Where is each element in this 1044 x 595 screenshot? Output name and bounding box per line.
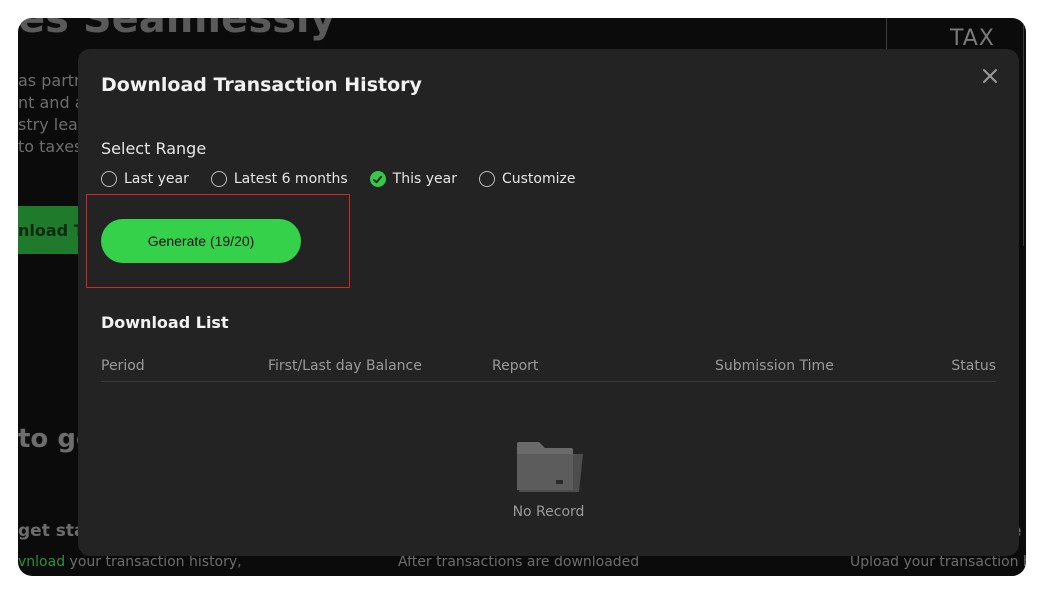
background-bottom-right-text: Upload your transaction hist bbox=[850, 554, 1026, 570]
background-bottom-middle-text: After transactions are downloaded bbox=[398, 554, 640, 570]
background-paragraph-line: to taxes bbox=[18, 137, 83, 156]
range-option-label: Customize bbox=[501, 171, 576, 187]
radio-unchecked-icon bbox=[101, 171, 117, 187]
range-option-last-year[interactable]: Last year bbox=[101, 171, 189, 187]
background-tax-label: TAX bbox=[950, 26, 995, 51]
background-divider bbox=[1023, 18, 1024, 246]
column-header-report: Report bbox=[492, 358, 539, 374]
background-hero-title: es Seamlessly bbox=[18, 18, 336, 42]
range-option-customize[interactable]: Customize bbox=[478, 171, 576, 187]
column-header-status: Status bbox=[951, 358, 996, 374]
download-transaction-history-modal: Download Transaction History Select Rang… bbox=[78, 49, 1019, 556]
radio-unchecked-icon bbox=[478, 171, 495, 187]
select-range-label: Select Range bbox=[101, 139, 207, 158]
background-bottom-left-text: vnload your transaction history, bbox=[18, 554, 242, 570]
background-accent-text: vnload bbox=[18, 554, 66, 570]
column-header-period: Period bbox=[101, 358, 145, 374]
range-option-latest-6-months[interactable]: Latest 6 months bbox=[210, 171, 348, 187]
table-header: Period First/Last day Balance Report Sub… bbox=[101, 355, 996, 382]
folder-icon bbox=[517, 442, 583, 492]
range-option-label: Latest 6 months bbox=[233, 171, 348, 187]
radio-unchecked-icon bbox=[210, 171, 227, 187]
empty-state-text: No Record bbox=[512, 504, 585, 520]
range-options: Last year Latest 6 months This year Cust… bbox=[101, 171, 597, 187]
column-header-submission-time: Submission Time bbox=[715, 358, 834, 374]
close-button[interactable] bbox=[979, 65, 1001, 87]
background-paragraph-line: as partn bbox=[18, 71, 85, 90]
download-list-title: Download List bbox=[101, 313, 229, 332]
generate-button[interactable]: Generate (19/20) bbox=[101, 219, 301, 263]
range-option-label: Last year bbox=[124, 171, 189, 187]
radio-checked-icon bbox=[369, 171, 386, 187]
column-header-balance: First/Last day Balance bbox=[268, 358, 422, 374]
modal-title: Download Transaction History bbox=[101, 74, 422, 96]
checkmark-icon bbox=[373, 175, 383, 183]
range-option-label: This year bbox=[392, 171, 457, 187]
range-option-this-year[interactable]: This year bbox=[369, 171, 457, 187]
close-icon bbox=[983, 69, 997, 83]
background-text: your transaction history, bbox=[65, 554, 242, 570]
